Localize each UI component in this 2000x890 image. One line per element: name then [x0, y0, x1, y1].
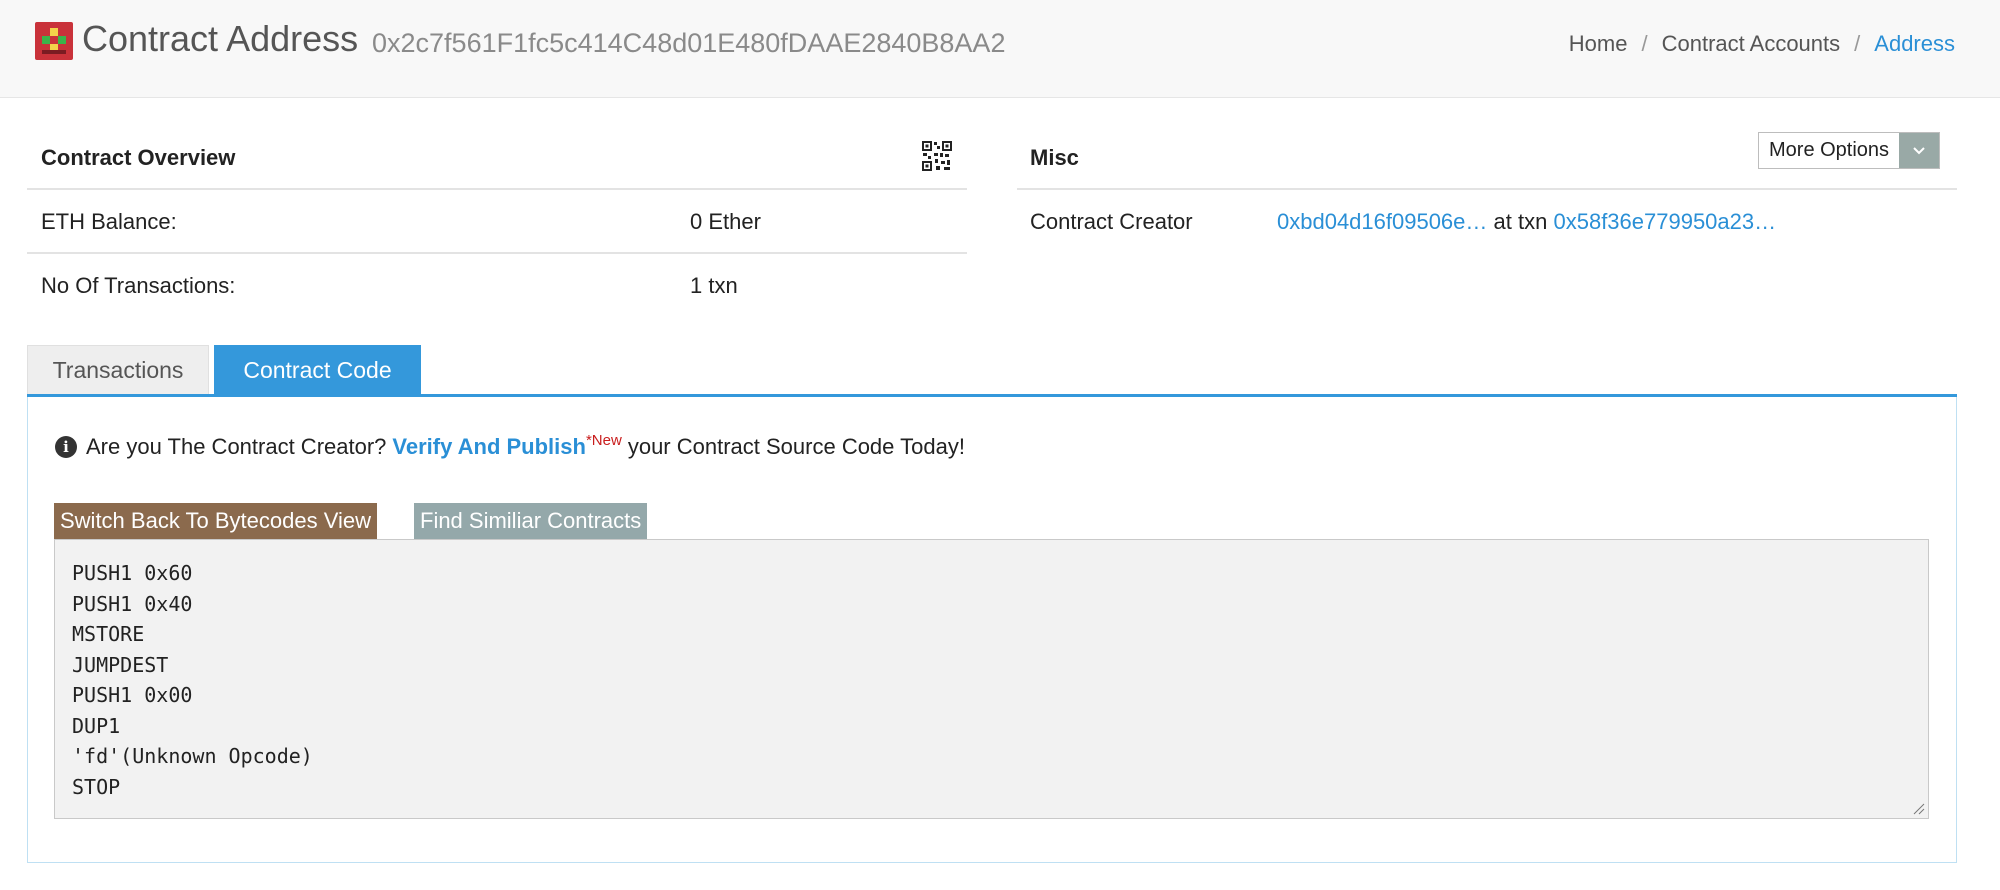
opcode-textarea[interactable]: PUSH1 0x60 PUSH1 0x40 MSTORE JUMPDEST PU… [54, 539, 1929, 819]
eth-balance-label: ETH Balance: [41, 209, 177, 234]
txn-count-label: No Of Transactions: [41, 273, 236, 298]
page-header: Contract Address 0x2c7f561F1fc5c414C48d0… [0, 0, 2000, 98]
opcode-line: PUSH1 0x00 [72, 683, 193, 707]
opcode-line: JUMPDEST [72, 652, 169, 677]
chevron-down-icon [1899, 133, 1940, 168]
contract-creator-info: 0xbd04d16f09506e… at txn 0x58f36e779950a… [1277, 209, 1776, 235]
breadcrumb-separator: / [1641, 31, 1648, 56]
opcode-line: 'fd'(Unknown Opcode) [72, 744, 313, 768]
eth-balance-value: 0 Ether [690, 209, 761, 234]
page-title: Contract Address [82, 18, 359, 59]
creator-txn-link[interactable]: 0x58f36e779950a23… [1553, 209, 1776, 234]
opcode-line: DUP1 [72, 713, 121, 738]
resize-handle-icon[interactable] [1913, 803, 1925, 815]
opcode-line: STOP [72, 774, 121, 799]
overview-title: Contract Overview [41, 145, 236, 170]
breadcrumb-contract-accounts[interactable]: Contract Accounts [1662, 31, 1841, 56]
overview-divider [27, 188, 967, 190]
overview-divider [27, 252, 967, 254]
site-logo-icon[interactable] [35, 22, 73, 60]
breadcrumb-separator: / [1854, 31, 1861, 56]
switch-bytecodes-button[interactable]: Switch Back To Bytecodes View [54, 503, 378, 539]
notice-suffix: your Contract Source Code Today! [627, 434, 965, 459]
breadcrumb: Home / Contract Accounts / Address [1569, 31, 1955, 57]
creator-address-link[interactable]: 0xbd04d16f09506e… [1277, 209, 1487, 234]
misc-divider [1017, 188, 1957, 190]
qr-code-icon[interactable] [922, 141, 952, 171]
more-options-label: More Options [1769, 139, 1890, 161]
contract-address: 0x2c7f561F1fc5c414C48d01E480fDAAE2840B8A… [372, 28, 1006, 58]
notice-prefix: Are you The Contract Creator? [86, 434, 387, 459]
breadcrumb-home[interactable]: Home [1569, 31, 1628, 56]
verify-and-publish-link[interactable]: Verify And Publish [392, 434, 586, 460]
tab-contract-code[interactable]: Contract Code [214, 345, 421, 395]
txn-count-value: 1 txn [690, 273, 738, 298]
opcode-line: PUSH1 0x40 [72, 591, 193, 616]
tab-transactions[interactable]: Transactions [27, 345, 209, 395]
more-options-button[interactable]: More Options [1758, 132, 1941, 169]
info-icon: i [55, 436, 77, 458]
find-similar-contracts-button[interactable]: Find Similiar Contracts [414, 503, 648, 539]
opcode-line: PUSH1 0x60 [72, 561, 193, 585]
contract-creator-label: Contract Creator [1030, 209, 1193, 234]
at-txn-text: at txn [1493, 209, 1548, 234]
breadcrumb-address: Address [1874, 31, 1955, 56]
misc-title: Misc [1030, 145, 1079, 170]
verify-notice: i Are you The Contract Creator? Verify A… [55, 432, 965, 460]
new-badge: *New [585, 432, 622, 449]
opcode-line: MSTORE [72, 622, 145, 646]
